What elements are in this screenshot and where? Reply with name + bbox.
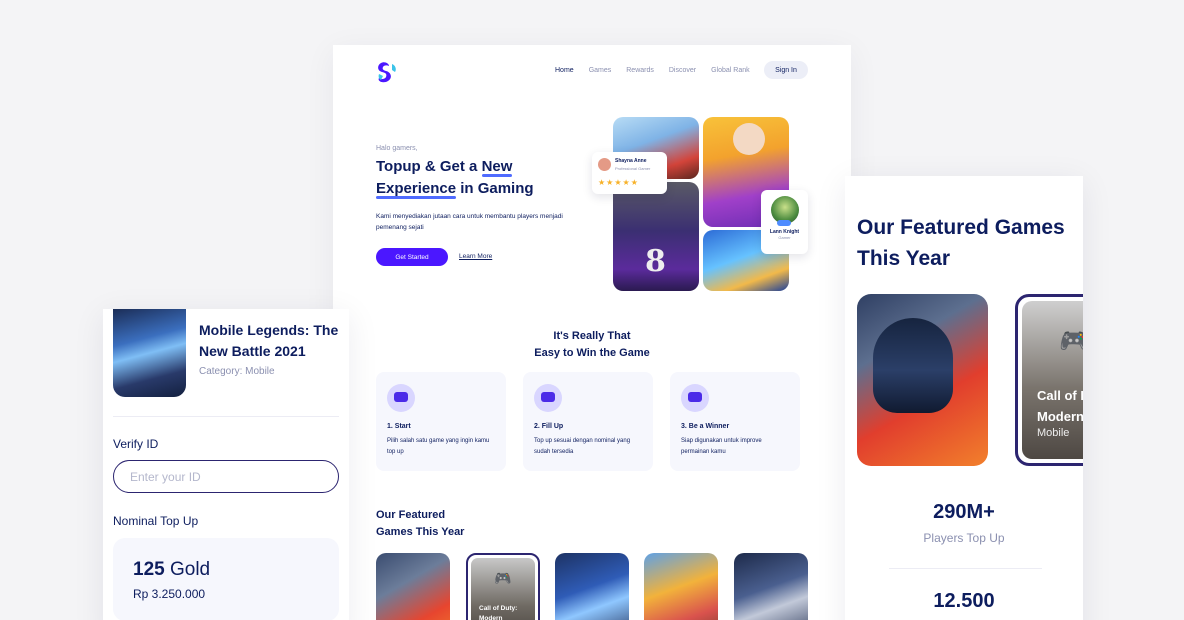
character-face xyxy=(733,123,765,155)
steps-title-line2: Easy to Win the Game xyxy=(534,347,650,359)
nominal-amount: 125 Gold xyxy=(133,559,210,581)
game-card-title-line1: Call of D xyxy=(1037,388,1083,403)
top-nav: Home Games Rewards Discover Global Rank xyxy=(555,67,750,74)
get-started-button[interactable]: Get Started xyxy=(376,248,448,266)
step-title: 1. Start xyxy=(387,423,411,430)
hero-title-part1: Topup & Get a xyxy=(376,158,482,175)
featured-panel-title: Our Featured Games This Year xyxy=(857,216,1065,270)
featured-game-card[interactable] xyxy=(857,294,988,466)
game-title: Mobile Legends: The New Battle 2021 xyxy=(199,322,339,359)
id-input[interactable] xyxy=(113,460,339,493)
game-category: Category: Mobile xyxy=(199,366,275,377)
learn-more-link[interactable]: Learn More xyxy=(459,253,492,260)
featured-game-card-selected[interactable]: 🎮 Call of D Modern Mobile xyxy=(1015,294,1083,466)
players-stat-label: Players Top Up xyxy=(923,531,1005,545)
player-badge xyxy=(777,220,791,226)
hero-title-highlight-new: New xyxy=(481,156,512,178)
landing-page: Home Games Rewards Discover Global Rank … xyxy=(333,45,851,620)
game-thumbnail xyxy=(113,309,186,397)
nav-discover[interactable]: Discover xyxy=(669,67,696,74)
fillup-step-icon xyxy=(534,384,562,412)
second-stat-value: 12.500 xyxy=(933,590,995,612)
hero-game-image-3: 8 xyxy=(613,182,699,291)
step-title: 2. Fill Up xyxy=(534,423,564,430)
game-card-image: 🎮 Call of Duty: Modern xyxy=(471,558,535,620)
nominal-amount-value: 125 xyxy=(133,559,165,580)
divider xyxy=(889,568,1042,569)
featured-game-card[interactable] xyxy=(644,553,718,620)
hero-title-part2: in Gaming xyxy=(456,180,534,197)
featured-game-card[interactable] xyxy=(376,553,450,620)
step-description: Siap digunakan untuk improve permainan k… xyxy=(681,438,762,455)
step-card-start: 1. Start Pilih salah satu game yang ingi… xyxy=(376,372,506,471)
review-card: Shayna Anne Professional Gamer ★★★★★ xyxy=(592,152,667,194)
verify-id-label: Verify ID xyxy=(113,437,159,451)
featured-title: Our Featured Games This Year xyxy=(376,507,464,541)
featured-game-card[interactable] xyxy=(555,553,629,620)
helmet-visor xyxy=(873,318,953,413)
featured-title-line1: Our Featured xyxy=(376,509,446,521)
hero-description: Kami menyediakan jutaan cara untuk memba… xyxy=(376,213,563,231)
jersey-number: 8 xyxy=(645,244,666,279)
featured-title-line2: Games This Year xyxy=(376,526,465,538)
step-card-winner: 3. Be a Winner Siap digunakan untuk impr… xyxy=(670,372,800,471)
nav-games[interactable]: Games xyxy=(589,67,612,74)
game-card-title: Call of D Modern xyxy=(1037,385,1083,427)
step-description: Top up sesuai dengan nominal yang sudah … xyxy=(534,438,631,455)
game-card-image: 🎮 Call of D Modern Mobile xyxy=(1022,301,1083,459)
game-card-title: Call of Duty: Modern xyxy=(479,605,518,620)
nav-home[interactable]: Home xyxy=(555,67,574,74)
steps-title-line1: It's Really That xyxy=(553,330,631,342)
player-role: Gamer xyxy=(778,235,791,240)
logo-icon[interactable] xyxy=(375,60,399,84)
nominal-option[interactable]: 125 Gold Rp 3.250.000 xyxy=(113,538,339,620)
featured-game-card-selected[interactable]: 🎮 Call of Duty: Modern xyxy=(466,553,540,620)
nominal-label: Nominal Top Up xyxy=(113,514,199,528)
game-card-category: Mobile xyxy=(1037,427,1070,439)
hero-title-highlight-experience: Experience xyxy=(376,178,457,200)
step-title: 3. Be a Winner xyxy=(681,423,730,430)
gamepad-icon: 🎮 xyxy=(494,570,512,586)
hero-title: Topup & Get a New Experience in Gaming xyxy=(376,156,576,200)
star-icon: ★★★★★ xyxy=(598,178,639,187)
players-stat-value: 290M+ xyxy=(933,501,995,523)
nominal-price: Rp 3.250.000 xyxy=(133,587,206,601)
reviewer-name: Shayna Anne xyxy=(615,158,647,164)
featured-game-card[interactable] xyxy=(734,553,808,620)
start-step-icon xyxy=(387,384,415,412)
divider xyxy=(113,416,339,417)
gamepad-icon: 🎮 xyxy=(1059,328,1083,355)
avatar xyxy=(598,158,611,171)
nav-rewards[interactable]: Rewards xyxy=(626,67,654,74)
game-card-title-line2: Modern xyxy=(1037,409,1083,424)
featured-panel: Our Featured Games This Year 🎮 Call of D… xyxy=(845,176,1083,620)
nominal-amount-unit: Gold xyxy=(169,559,211,580)
steps-title: It's Really That Easy to Win the Game xyxy=(333,328,851,362)
sign-in-button[interactable]: Sign In xyxy=(764,61,808,79)
hero-greeting: Halo gamers, xyxy=(376,145,418,152)
nav-global-rank[interactable]: Global Rank xyxy=(711,67,750,74)
player-card: Lann Knight Gamer xyxy=(761,190,808,254)
reviewer-role: Professional Gamer xyxy=(615,166,651,171)
purchase-panel: Mobile Legends: The New Battle 2021 Cate… xyxy=(103,309,349,620)
step-description: Pilih salah satu game yang ingin kamu to… xyxy=(387,438,490,455)
winner-step-icon xyxy=(681,384,709,412)
step-card-fill-up: 2. Fill Up Top up sesuai dengan nominal … xyxy=(523,372,653,471)
